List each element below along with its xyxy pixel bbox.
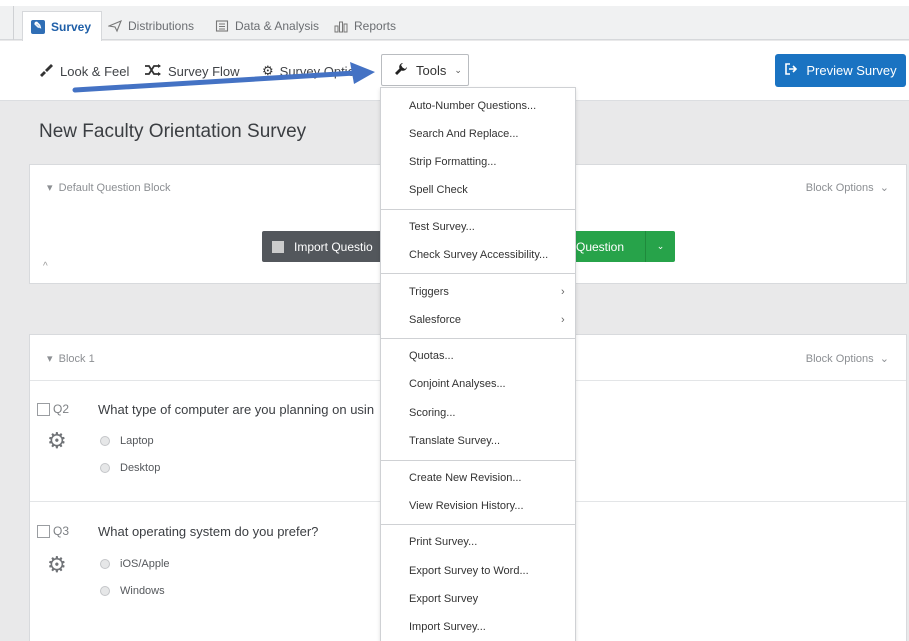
- table-icon: [215, 19, 229, 33]
- tab-bar-edge: [0, 6, 14, 40]
- tab-reports[interactable]: Reports: [334, 11, 396, 40]
- block-header[interactable]: ▾ Default Question Block: [47, 181, 171, 194]
- menu-item-check-accessibility[interactable]: Check Survey Accessibility...: [409, 249, 548, 261]
- question-number: Q3: [53, 524, 70, 538]
- tab-survey-label: Survey: [51, 19, 92, 34]
- question-text[interactable]: What type of computer are you planning o…: [98, 402, 374, 417]
- block-options-button[interactable]: Block Options ⌄: [806, 181, 889, 194]
- block-options-label: Block Options: [805, 353, 874, 365]
- menu-divider: [381, 273, 575, 274]
- import-questions-label: Import Questio: [294, 239, 373, 254]
- menu-divider: [381, 209, 575, 210]
- wrench-icon: [394, 62, 408, 79]
- tools-dropdown-menu: Auto-Number Questions... Search And Repl…: [380, 87, 576, 641]
- menu-item-print-survey[interactable]: Print Survey...: [409, 536, 477, 548]
- menu-item-search-replace[interactable]: Search And Replace...: [409, 128, 518, 140]
- menu-item-test-survey[interactable]: Test Survey...: [409, 221, 475, 233]
- tools-button[interactable]: Tools ⌄: [381, 54, 469, 86]
- choice-label: Windows: [120, 585, 165, 597]
- checkbox[interactable]: [37, 402, 50, 416]
- top-tab-bar: ✎ Survey Distributions Data & Analysis R…: [0, 0, 909, 41]
- pencil-icon: ✎: [31, 19, 45, 34]
- radio-icon: [100, 463, 110, 473]
- tab-data-analysis[interactable]: Data & Analysis: [215, 11, 319, 40]
- create-question-label: Question: [576, 239, 625, 254]
- menu-divider: [381, 460, 575, 461]
- choice-option[interactable]: Laptop: [100, 435, 154, 447]
- annotation-arrow: [72, 62, 375, 93]
- checkbox[interactable]: [37, 524, 50, 538]
- menu-item-conjoint[interactable]: Conjoint Analyses...: [409, 378, 506, 390]
- menu-item-scoring[interactable]: Scoring...: [409, 407, 455, 419]
- menu-item-spell-check[interactable]: Spell Check: [409, 184, 468, 196]
- paint-brush-icon: [38, 63, 54, 80]
- choice-label: iOS/Apple: [120, 558, 170, 570]
- paper-plane-icon: [107, 19, 122, 33]
- question-number: Q2: [53, 402, 70, 416]
- menu-divider: [381, 338, 575, 339]
- block-header[interactable]: ▾ Block 1: [47, 352, 95, 365]
- chevron-right-icon: ›: [561, 314, 565, 326]
- menu-item-export-word[interactable]: Export Survey to Word...: [409, 565, 529, 577]
- choice-option[interactable]: iOS/Apple: [100, 558, 170, 570]
- menu-item-import-survey[interactable]: Import Survey...: [409, 621, 486, 633]
- menu-item-auto-number[interactable]: Auto-Number Questions...: [409, 100, 536, 112]
- question-select-q2[interactable]: Q2: [37, 402, 69, 416]
- question-text[interactable]: What operating system do you prefer?: [98, 524, 318, 539]
- choice-option[interactable]: Desktop: [100, 462, 160, 474]
- block-name: Block 1: [58, 353, 95, 365]
- menu-item-create-revision[interactable]: Create New Revision...: [409, 472, 522, 484]
- menu-item-export-survey[interactable]: Export Survey: [409, 593, 478, 605]
- gear-icon[interactable]: ⚙: [47, 428, 67, 454]
- menu-item-revision-history[interactable]: View Revision History...: [409, 500, 524, 512]
- radio-icon: [100, 559, 110, 569]
- choice-label: Laptop: [120, 435, 154, 447]
- tab-reports-label: Reports: [354, 18, 397, 33]
- tab-data-analysis-label: Data & Analysis: [235, 18, 320, 33]
- page-title: New Faculty Orientation Survey: [39, 121, 307, 142]
- chevron-down-icon: ⌄: [454, 64, 462, 75]
- choice-label: Desktop: [120, 462, 161, 474]
- tools-label: Tools: [416, 62, 447, 78]
- collapse-caret-icon[interactable]: ^: [43, 261, 48, 272]
- sign-out-icon: [784, 62, 798, 79]
- block-options-label: Block Options: [805, 182, 874, 194]
- menu-item-label: Triggers: [409, 286, 449, 298]
- chevron-right-icon: ›: [561, 286, 565, 298]
- preview-survey-button[interactable]: Preview Survey: [775, 54, 906, 87]
- choice-option[interactable]: Windows: [100, 585, 165, 597]
- menu-item-quotas[interactable]: Quotas...: [409, 350, 454, 362]
- gear-icon[interactable]: ⚙: [47, 552, 67, 578]
- tab-survey[interactable]: ✎ Survey: [22, 11, 103, 41]
- tab-distributions-label: Distributions: [128, 18, 195, 33]
- copy-icon: [272, 240, 284, 253]
- menu-item-strip-formatting[interactable]: Strip Formatting...: [409, 156, 496, 168]
- block-options-button[interactable]: Block Options ⌄: [806, 352, 889, 365]
- chevron-down-icon[interactable]: ⌄: [645, 231, 675, 262]
- tab-distributions[interactable]: Distributions: [107, 11, 195, 40]
- menu-item-translate[interactable]: Translate Survey...: [409, 435, 500, 447]
- menu-item-triggers[interactable]: Triggers ›: [409, 286, 569, 298]
- preview-survey-label: Preview Survey: [806, 63, 897, 78]
- radio-icon: [100, 586, 110, 596]
- menu-item-salesforce[interactable]: Salesforce ›: [409, 314, 569, 326]
- menu-divider: [381, 524, 575, 525]
- question-select-q3[interactable]: Q3: [37, 524, 69, 538]
- bar-chart-icon: [334, 19, 348, 33]
- radio-icon: [100, 436, 110, 446]
- create-question-button[interactable]: Question ⌄: [570, 231, 675, 262]
- block-name: Default Question Block: [58, 182, 171, 194]
- menu-item-label: Salesforce: [409, 314, 461, 326]
